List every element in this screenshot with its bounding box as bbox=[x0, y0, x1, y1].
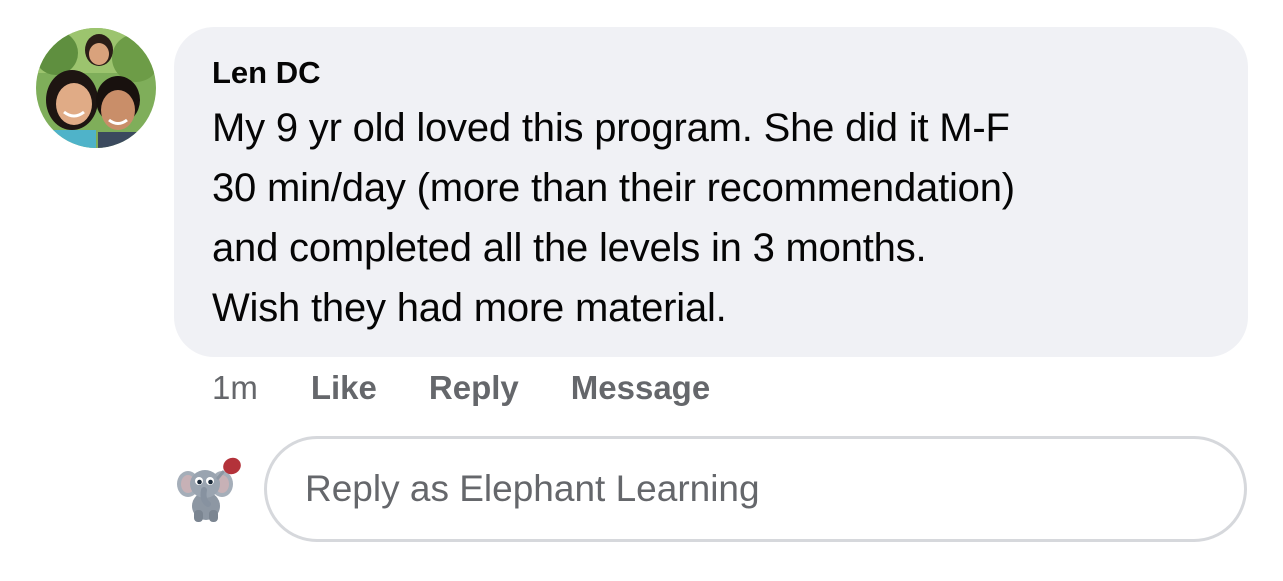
comment-timestamp[interactable]: 1m bbox=[212, 369, 258, 407]
comment-actions: 1m Like Reply Message bbox=[212, 366, 762, 410]
like-button[interactable]: Like bbox=[311, 369, 377, 407]
reply-input-container[interactable] bbox=[264, 436, 1247, 542]
reply-avatar bbox=[174, 454, 246, 526]
message-button[interactable]: Message bbox=[571, 369, 710, 407]
elephant-mascot-icon bbox=[177, 457, 241, 522]
reply-button[interactable]: Reply bbox=[429, 369, 519, 407]
comment-text: My 9 yr old loved this program. She did … bbox=[212, 106, 1015, 330]
reply-input[interactable] bbox=[303, 467, 1244, 511]
comment-author-name[interactable]: Len DC bbox=[212, 54, 1218, 92]
commenter-avatar[interactable] bbox=[36, 28, 156, 148]
comment-bubble: Len DC My 9 yr old loved this program. S… bbox=[174, 27, 1248, 357]
family-photo-avatar bbox=[36, 28, 156, 148]
